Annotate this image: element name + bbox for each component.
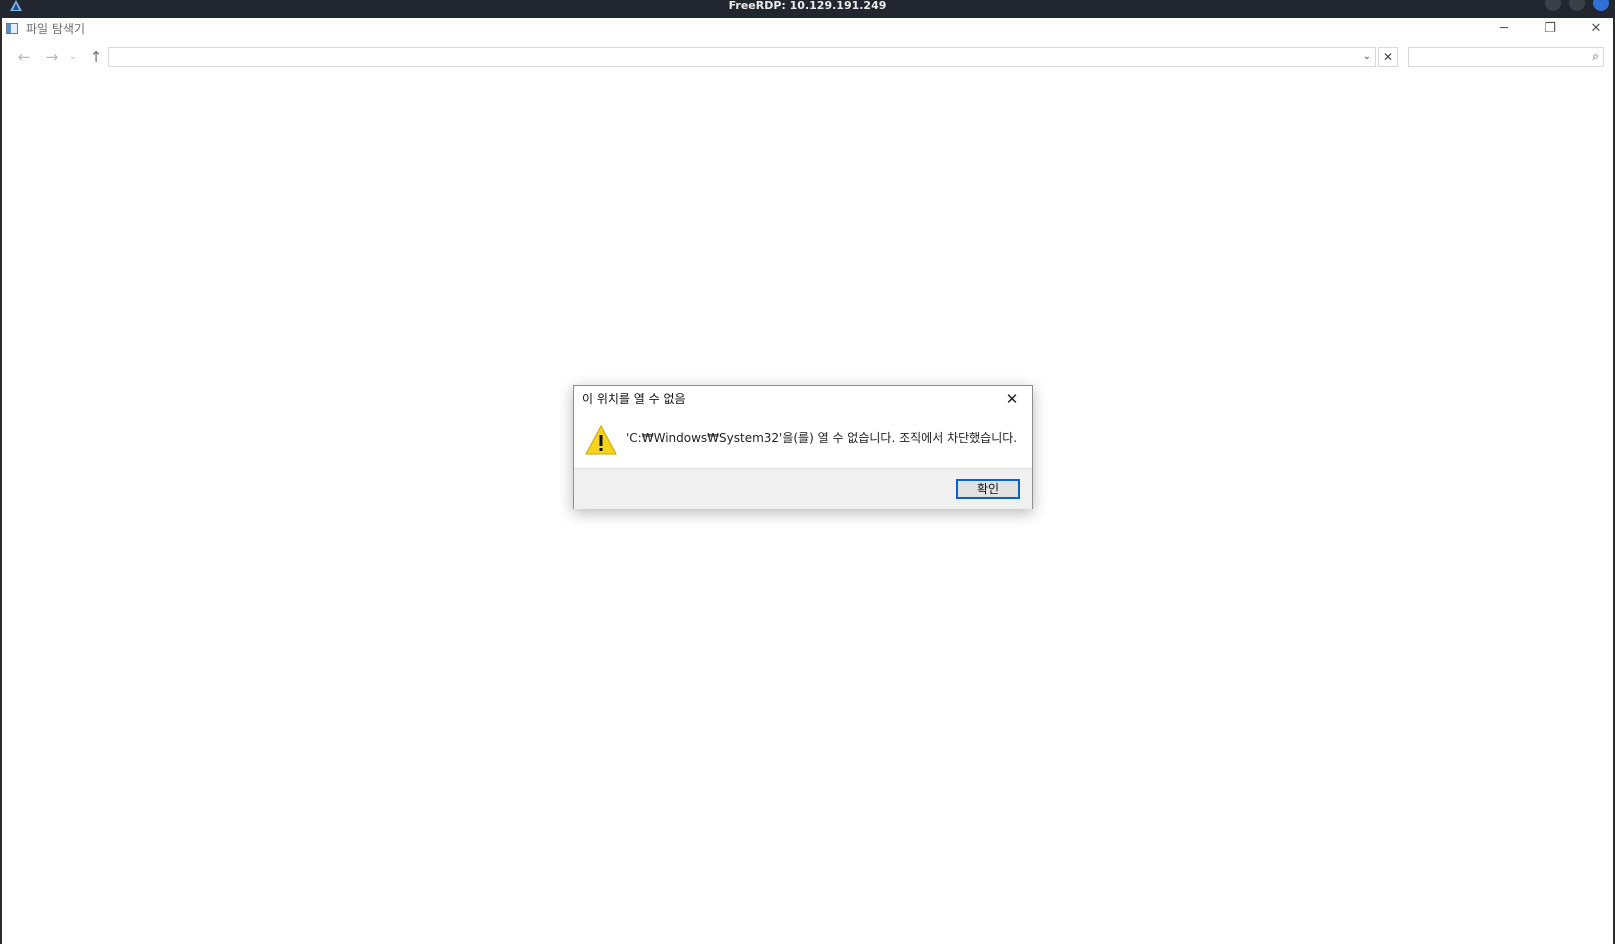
dialog-title: 이 위치를 열 수 없음 xyxy=(582,392,686,406)
dialog-footer: 확인 xyxy=(574,468,1032,509)
error-dialog: 이 위치를 열 수 없음 ✕ 'C:₩Windows₩System32'을(를)… xyxy=(573,385,1033,509)
minimize-button[interactable]: ─ xyxy=(1482,18,1526,40)
up-arrow-icon[interactable]: ↑ xyxy=(86,46,106,68)
warning-icon xyxy=(585,424,617,455)
dialog-message: 'C:₩Windows₩System32'을(를) 열 수 없습니다. 조직에서… xyxy=(626,431,1018,445)
search-icon[interactable]: ⌕ xyxy=(1592,49,1599,64)
maximize-button[interactable]: ❐ xyxy=(1528,18,1572,40)
back-arrow-icon[interactable]: ← xyxy=(14,46,34,68)
dialog-close-icon[interactable]: ✕ xyxy=(996,388,1028,410)
search-input[interactable]: ⌕ xyxy=(1408,47,1604,67)
rdp-title-bar: FreeRDP: 10.129.191.249 xyxy=(0,0,1615,18)
address-bar[interactable]: ⌄ xyxy=(108,47,1376,67)
file-explorer-icon xyxy=(6,23,18,34)
recent-locations-chevron-icon[interactable]: ⌄ xyxy=(68,46,78,68)
ok-button[interactable]: 확인 xyxy=(956,479,1020,499)
navigation-bar: ← → ⌄ ↑ ⌄ ✕ ⌕ xyxy=(2,46,1613,70)
rdp-window-title: FreeRDP: 10.129.191.249 xyxy=(728,0,887,12)
close-button[interactable]: ✕ xyxy=(1574,18,1615,40)
forward-arrow-icon[interactable]: → xyxy=(42,46,62,68)
address-clear-icon[interactable]: ✕ xyxy=(1378,47,1398,67)
window-title-bar[interactable]: 파일 탐색기 ─ ❐ ✕ xyxy=(2,18,1613,40)
address-dropdown-chevron-icon[interactable]: ⌄ xyxy=(1363,48,1371,66)
window-title: 파일 탐색기 xyxy=(26,22,86,36)
